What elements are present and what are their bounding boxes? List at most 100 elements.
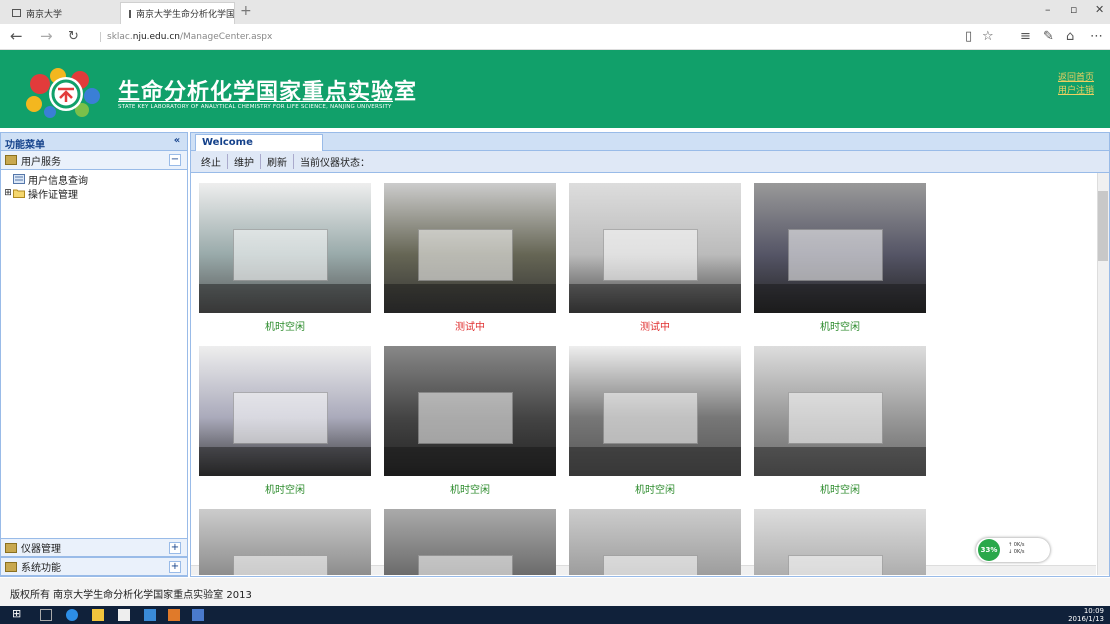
content-tabstrip: Welcome (191, 133, 1109, 151)
panel-folder-icon (5, 561, 17, 572)
minimize-icon[interactable]: – (1045, 3, 1051, 16)
home-link[interactable]: 返回首页 (1058, 72, 1094, 85)
stop-button[interactable]: 终止 (195, 154, 228, 169)
instrument-photo[interactable] (199, 183, 371, 313)
tree-item-user-info[interactable]: 用户信息查询 (13, 172, 187, 187)
instrument-status: 机时空闲 (820, 322, 860, 333)
user-service-tree: 用户信息查询 ⊞ 操作证管理 (1, 170, 187, 201)
refresh-button[interactable]: 刷新 (261, 154, 294, 169)
instrument-photo[interactable] (569, 509, 741, 575)
panel-instrument-manage[interactable]: 仪器管理 + (1, 538, 187, 557)
instrument-card[interactable]: 机时空闲 (384, 346, 556, 496)
tab-welcome[interactable]: Welcome (195, 134, 323, 151)
browser-tab-nju[interactable]: 南京大学 (4, 2, 119, 24)
instrument-photo[interactable] (754, 183, 926, 313)
back-icon[interactable]: ← (10, 27, 23, 45)
tab-page-icon (12, 9, 21, 17)
instrument-status-label: 当前仪器状态： (300, 158, 370, 169)
store-icon[interactable] (118, 609, 130, 621)
browser-tab-bar: 南京大学 南京大学生命分析化学国 × + – ▫ ✕ (0, 0, 1110, 24)
close-window-icon[interactable]: ✕ (1095, 3, 1104, 16)
instrument-status: 机时空闲 (450, 485, 490, 496)
instrument-status: 测试中 (455, 322, 485, 333)
new-tab-icon[interactable]: + (240, 3, 252, 19)
instrument-photo[interactable] (199, 509, 371, 575)
panel-label: 系统功能 (21, 563, 61, 574)
instrument-card[interactable]: 测试中 (384, 183, 556, 333)
web-note-icon[interactable]: ✎ (1043, 29, 1054, 44)
instrument-card[interactable] (199, 509, 371, 575)
instrument-photo[interactable] (199, 346, 371, 476)
instrument-card[interactable] (754, 509, 926, 575)
instrument-photo[interactable] (569, 183, 741, 313)
instrument-card[interactable]: 机时空闲 (569, 346, 741, 496)
function-menu-title: 功能菜单 (5, 140, 45, 151)
forward-icon[interactable]: → (40, 27, 53, 45)
logout-link[interactable]: 用户注销 (1058, 85, 1094, 98)
speed-readout: ↑ 0K/s ↓ 0K/s (1008, 542, 1025, 555)
instrument-card[interactable]: 机时空闲 (199, 346, 371, 496)
panel-system-function[interactable]: 系统功能 + (1, 557, 187, 576)
panel-folder-icon (5, 542, 17, 553)
hub-icon[interactable]: ≡ (1020, 29, 1031, 44)
url-field[interactable]: sklac.nju.edu.cn/ManageCenter.aspx (100, 32, 272, 42)
maximize-icon[interactable]: ▫ (1070, 3, 1077, 16)
collapse-sidebar-icon[interactable]: « (171, 136, 183, 148)
instrument-card[interactable] (569, 509, 741, 575)
instrument-photo[interactable] (754, 509, 926, 575)
instrument-photo[interactable] (754, 346, 926, 476)
usage-percent: 33% (978, 539, 1000, 561)
url-path: /ManageCenter.aspx (179, 32, 273, 42)
reading-view-icon[interactable]: ▯ (965, 29, 972, 44)
instrument-status: 机时空闲 (265, 322, 305, 333)
tree-item-label: 操作证管理 (28, 189, 78, 201)
maintain-button[interactable]: 维护 (228, 154, 261, 169)
url-prefix: sklac. (107, 32, 133, 42)
task-view-icon[interactable] (40, 609, 52, 621)
instrument-photo[interactable] (384, 346, 556, 476)
system-clock[interactable]: 10:09 2016/1/13 (1068, 607, 1104, 623)
app-icon[interactable] (168, 609, 180, 621)
tree-item-license[interactable]: ⊞ 操作证管理 (3, 186, 187, 201)
panel-folder-icon (5, 155, 17, 165)
tab-page-icon (129, 9, 131, 18)
instrument-card[interactable]: 机时空闲 (199, 183, 371, 333)
instrument-photo[interactable] (384, 183, 556, 313)
site-subtitle: STATE KEY LABORATORY OF ANALYTICAL CHEMI… (118, 101, 393, 110)
instrument-status: 机时空闲 (265, 485, 305, 496)
collapse-panel-icon[interactable]: − (169, 154, 181, 166)
url-domain: nju.edu.cn (132, 32, 180, 42)
expand-panel-icon[interactable]: + (169, 561, 181, 573)
collapsed-panels: 仪器管理 + 系统功能 + (1, 538, 187, 576)
vertical-scrollbar[interactable] (1097, 173, 1109, 575)
scroll-thumb[interactable] (1098, 191, 1108, 261)
file-explorer-icon[interactable] (92, 609, 104, 621)
upload-speed: 0K/s (1013, 542, 1025, 548)
network-speed-widget[interactable]: 33% ↑ 0K/s ↓ 0K/s (976, 538, 1050, 562)
edge-browser-icon[interactable] (66, 609, 78, 621)
instrument-photo[interactable] (384, 509, 556, 575)
app-icon[interactable] (144, 609, 156, 621)
browser-tab-label: 南京大学 (26, 9, 63, 20)
instrument-card[interactable]: 机时空闲 (754, 346, 926, 496)
instrument-card[interactable]: 机时空闲 (754, 183, 926, 333)
browser-tab-lab[interactable]: 南京大学生命分析化学国 × (120, 2, 235, 24)
instrument-status: 机时空闲 (635, 485, 675, 496)
browser-tab-label: 南京大学生命分析化学国 (136, 10, 235, 20)
favorite-star-icon[interactable]: ☆ (982, 29, 994, 44)
form-icon (13, 174, 25, 184)
instrument-photo[interactable] (569, 346, 741, 476)
panel-user-service[interactable]: 用户服务 − (1, 151, 187, 170)
expand-plus-icon[interactable]: ⊞ (3, 188, 13, 198)
expand-panel-icon[interactable]: + (169, 542, 181, 554)
instrument-card[interactable] (384, 509, 556, 575)
instrument-card[interactable]: 测试中 (569, 183, 741, 333)
windows-start-icon[interactable]: ⊞ (12, 607, 24, 620)
share-icon[interactable]: ⌂ (1066, 29, 1074, 44)
panel-label: 用户服务 (21, 156, 61, 168)
function-menu: 功能菜单 « 用户服务 − 用户信息查询 ⊞ 操作证管理 仪器管理 + 系统功能… (0, 132, 188, 577)
instrument-status: 测试中 (640, 322, 670, 333)
more-icon[interactable]: ⋯ (1090, 29, 1103, 44)
refresh-icon[interactable]: ↻ (68, 29, 79, 44)
app-icon[interactable] (192, 609, 204, 621)
